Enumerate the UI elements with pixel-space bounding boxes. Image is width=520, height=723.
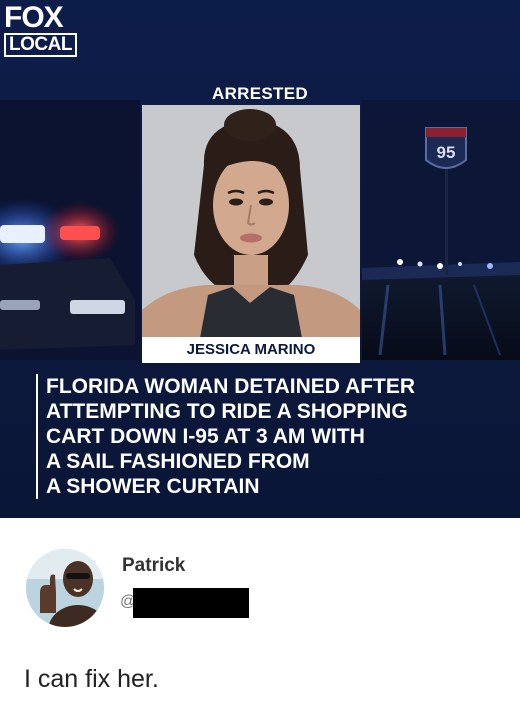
highway-illustration: 95	[362, 100, 520, 360]
arrested-label: ARRESTED	[212, 84, 308, 103]
headline-line: FLORIDA WOMAN DETAINED AFTER	[46, 375, 416, 398]
post-text: I can fix her.	[24, 665, 159, 693]
news-image: 95 FOX LOCAL ARRESTED JESSICA MARINO FLO…	[0, 0, 520, 518]
avatar-image	[26, 549, 104, 627]
police-car-illustration	[0, 100, 140, 360]
redacted-handle	[133, 588, 249, 618]
highway-sign-number: 95	[437, 143, 456, 162]
user-name[interactable]: Patrick	[122, 555, 185, 577]
logo-local-text: LOCAL	[4, 33, 77, 57]
avatar[interactable]	[26, 549, 104, 627]
mugshot-photo	[142, 105, 360, 338]
fox-local-logo: FOX LOCAL	[4, 1, 84, 57]
headline-line: A SAIL FASHIONED FROM	[46, 450, 310, 473]
suspect-name: JESSICA MARINO	[142, 337, 360, 363]
headline-line: A SHOWER CURTAIN	[46, 475, 260, 498]
logo-fox-text: FOX	[4, 1, 64, 34]
headline: FLORIDA WOMAN DETAINED AFTER ATTEMPTING …	[36, 374, 516, 499]
headline-line: ATTEMPTING TO RIDE A SHOPPING	[46, 400, 408, 423]
headline-line: CART DOWN I-95 AT 3 AM WITH	[46, 425, 365, 448]
